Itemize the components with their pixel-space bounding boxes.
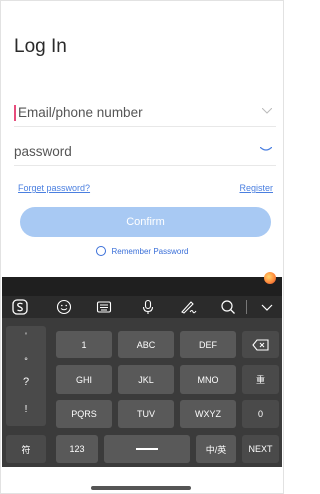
password-field[interactable]: password bbox=[14, 139, 276, 166]
symbol-question[interactable]: ? bbox=[8, 376, 44, 388]
confirm-button[interactable]: Confirm bbox=[20, 207, 271, 237]
handwriting-icon[interactable] bbox=[176, 296, 200, 318]
collapse-chevron-icon[interactable] bbox=[256, 296, 280, 318]
key-ghi[interactable]: GHI bbox=[56, 365, 112, 394]
remember-checkbox[interactable] bbox=[95, 246, 106, 256]
symbol-degree[interactable]: ° bbox=[8, 356, 44, 366]
chevron-down-icon[interactable] bbox=[262, 108, 272, 114]
keyboard-top-bar bbox=[2, 272, 282, 296]
email-field[interactable]: Email/phone number bbox=[14, 100, 276, 127]
space-bar-icon bbox=[136, 448, 158, 450]
search-icon[interactable] bbox=[216, 296, 240, 318]
hide-password-icon[interactable] bbox=[260, 147, 272, 153]
symbol-key[interactable]: 符 bbox=[6, 435, 46, 463]
key-def[interactable]: DEF bbox=[180, 331, 236, 358]
remember-label: Remember Password bbox=[111, 247, 189, 256]
key-abc[interactable]: ABC bbox=[118, 331, 174, 358]
key-jkl[interactable]: JKL bbox=[118, 365, 174, 394]
symbol-exclamation[interactable]: ! bbox=[8, 404, 44, 415]
keyboard-logo-icon bbox=[264, 272, 276, 284]
key-wxyz[interactable]: WXYZ bbox=[180, 400, 236, 428]
next-key[interactable]: NEXT bbox=[242, 435, 279, 463]
page-title: Log In bbox=[14, 36, 67, 57]
sogou-s-icon[interactable] bbox=[8, 296, 32, 318]
backspace-icon bbox=[251, 338, 269, 351]
numeric-123-key[interactable]: 123 bbox=[56, 435, 98, 463]
symbol-apostrophe[interactable]: ' bbox=[8, 331, 44, 341]
home-indicator[interactable] bbox=[91, 486, 191, 490]
backspace-key[interactable] bbox=[242, 331, 279, 358]
key-pqrs[interactable]: PQRS bbox=[56, 400, 112, 428]
keyboard: ' ° ? ! 1 ABC DEF GHI JKL MNO 重 PQRS TUV… bbox=[2, 272, 282, 467]
password-placeholder: password bbox=[14, 144, 72, 159]
microphone-icon[interactable] bbox=[136, 296, 160, 318]
clear-key[interactable]: 重 bbox=[242, 365, 279, 394]
email-placeholder: Email/phone number bbox=[18, 105, 143, 120]
toolbar-divider bbox=[246, 300, 247, 314]
key-tuv[interactable]: TUV bbox=[118, 400, 174, 428]
register-link[interactable]: Register bbox=[239, 183, 273, 193]
key-0[interactable]: 0 bbox=[242, 400, 279, 428]
keyboard-toolbar bbox=[2, 296, 282, 318]
language-switch-key[interactable]: 中/英 bbox=[196, 435, 236, 463]
symbol-column[interactable]: ' ° ? ! bbox=[6, 326, 46, 426]
forgot-password-link[interactable]: Forget password? bbox=[18, 183, 90, 193]
key-1[interactable]: 1 bbox=[56, 331, 112, 358]
remember-password[interactable]: Remember Password bbox=[0, 246, 284, 256]
key-mno[interactable]: MNO bbox=[180, 365, 236, 394]
keyboard-icon[interactable] bbox=[92, 296, 116, 318]
space-key[interactable] bbox=[104, 435, 190, 463]
text-cursor bbox=[14, 105, 16, 121]
emoji-icon[interactable] bbox=[52, 296, 76, 318]
